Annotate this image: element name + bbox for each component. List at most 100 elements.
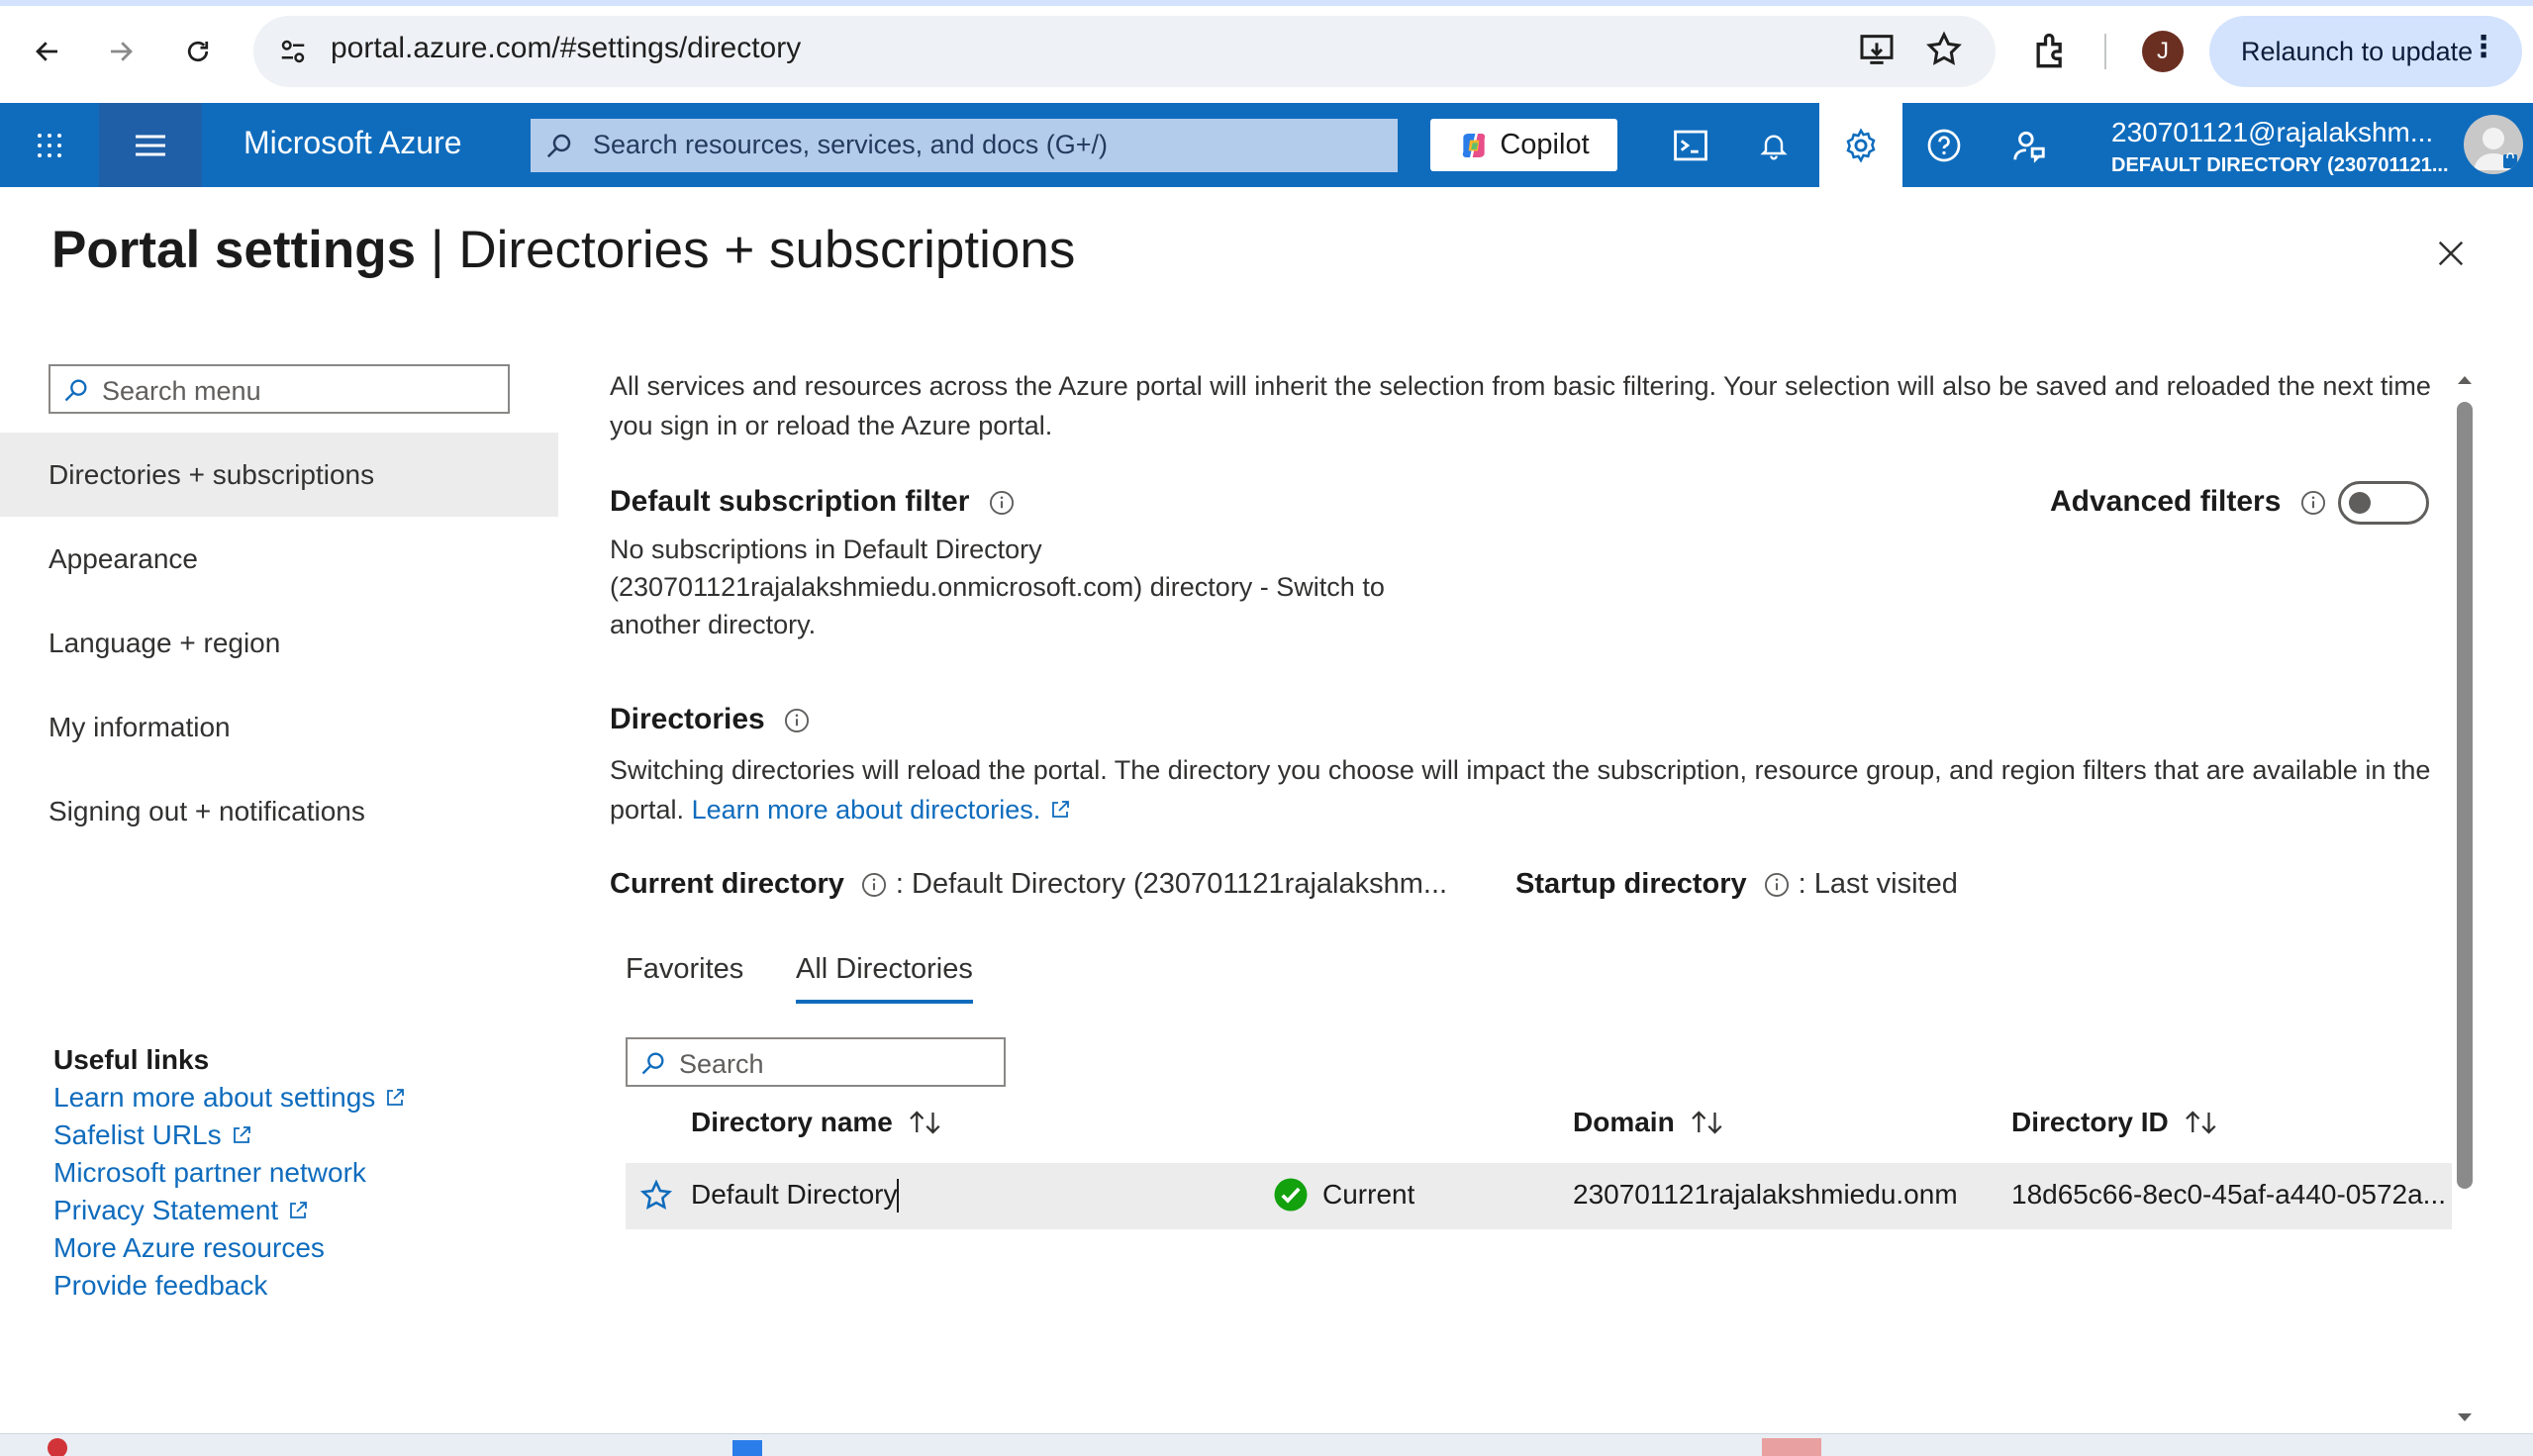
copilot-button[interactable]: Copilot [1430, 119, 1617, 171]
info-icon[interactable] [1763, 871, 1791, 899]
sort-arrows-icon[interactable] [2183, 1108, 2220, 1137]
advanced-filters-toggle[interactable] [2338, 481, 2429, 525]
extensions-icon[interactable] [2029, 30, 2073, 73]
link-provide-feedback[interactable]: Provide feedback [53, 1270, 267, 1302]
notification-badge [48, 1438, 67, 1456]
notifications-bell-icon[interactable] [1732, 103, 1815, 187]
column-header-directory-id[interactable]: Directory ID [2011, 1107, 2220, 1138]
startup-directory-label: Startup directory [1515, 868, 1747, 900]
tab-all-directories[interactable]: All Directories [796, 953, 973, 1004]
menu-item-signing-out-notifications[interactable]: Signing out + notifications [0, 769, 558, 853]
kebab-menu-icon[interactable]: ⋮ [2469, 30, 2498, 64]
menu-item-my-information[interactable]: My information [0, 685, 558, 769]
info-icon[interactable] [783, 707, 811, 734]
status-cell: Current [1322, 1179, 1415, 1210]
link-more-azure-resources[interactable]: More Azure resources [53, 1232, 325, 1264]
account-name[interactable]: 230701121@rajalakshm... [2111, 117, 2433, 148]
back-arrow-icon[interactable] [24, 28, 71, 75]
directories-text: Switching directories will reload the po… [610, 750, 2441, 829]
hamburger-menu-icon[interactable] [99, 103, 202, 187]
cloud-shell-icon[interactable] [1649, 103, 1732, 187]
link-label: More Azure resources [53, 1232, 325, 1263]
global-search-placeholder: Search resources, services, and docs (G+… [593, 130, 1108, 159]
domain-cell: 230701121rajalakshmiedu.onmic... [1573, 1179, 1959, 1210]
close-icon[interactable] [2423, 226, 2479, 281]
current-directory-label: Current directory [610, 868, 844, 900]
menu-item-language-region[interactable]: Language + region [0, 601, 558, 685]
info-icon[interactable] [860, 871, 888, 899]
link-privacy-statement[interactable]: Privacy Statement [53, 1195, 310, 1226]
section-title-text: Directories [610, 703, 765, 735]
account-directory[interactable]: DEFAULT DIRECTORY (230701121... [2111, 154, 2449, 177]
menu-item-label: Signing out + notifications [49, 795, 365, 826]
help-icon[interactable] [1902, 103, 1986, 187]
taskbar-app-icon[interactable] [1762, 1438, 1821, 1456]
forward-arrow-icon[interactable] [97, 28, 145, 75]
search-icon [639, 1049, 667, 1077]
browser-toolbar: portal.azure.com/#settings/directory J R… [0, 0, 2533, 103]
current-directory-value: : Default Directory (230701121rajalakshm… [895, 868, 1448, 900]
learn-more-directories-link[interactable]: Learn more about directories. [692, 795, 1072, 825]
bookmark-star-icon[interactable] [1924, 30, 1964, 69]
link-label: Microsoft partner network [53, 1157, 366, 1188]
link-microsoft-partner-network[interactable]: Microsoft partner network [53, 1157, 366, 1189]
start-icon[interactable] [732, 1440, 762, 1456]
directory-name-cell[interactable]: Default Directory [691, 1179, 898, 1211]
relaunch-button[interactable]: Relaunch to update ⋮ [2209, 16, 2522, 87]
account-avatar[interactable] [2464, 115, 2523, 174]
favorite-star-icon[interactable] [639, 1179, 673, 1213]
url-text[interactable]: portal.azure.com/#settings/directory [331, 32, 801, 65]
scrollbar-thumb[interactable] [2457, 402, 2473, 1189]
page-title: Portal settings | Directories + subscrip… [51, 220, 1075, 280]
link-label: Learn more about directories. [691, 795, 1041, 825]
menu-item-label: Appearance [49, 542, 199, 574]
link-label: Learn more about settings [53, 1082, 376, 1113]
profile-avatar[interactable]: J [2142, 31, 2184, 72]
reload-icon[interactable] [174, 28, 222, 75]
azure-brand[interactable]: Microsoft Azure [244, 125, 462, 161]
install-app-icon[interactable] [1857, 30, 1897, 69]
external-link-icon [383, 1086, 407, 1110]
link-label: Privacy Statement [53, 1195, 279, 1225]
info-icon[interactable] [988, 489, 1016, 517]
vertical-scrollbar[interactable] [2453, 370, 2477, 1429]
app-launcher-icon[interactable] [0, 103, 99, 187]
global-search-input[interactable]: Search resources, services, and docs (G+… [531, 119, 1398, 172]
site-info-icon[interactable] [269, 28, 317, 75]
menu-item-appearance[interactable]: Appearance [0, 517, 558, 601]
intro-text: All services and resources across the Az… [610, 371, 2431, 440]
column-header-domain[interactable]: Domain [1573, 1107, 1726, 1138]
relaunch-label: Relaunch to update [2241, 36, 2474, 66]
os-taskbar [0, 1433, 2533, 1456]
settings-gear-icon[interactable] [1819, 103, 1902, 187]
scroll-down-arrow-icon[interactable] [2455, 1407, 2475, 1427]
address-bar[interactable]: portal.azure.com/#settings/directory [253, 16, 1996, 87]
menu-search-input[interactable]: Search menu [49, 364, 510, 414]
directory-search-input[interactable]: Search [626, 1037, 1006, 1087]
default-subscription-filter-heading: Default subscription filter [610, 485, 1016, 519]
tab-strip-edge [0, 0, 2533, 6]
sort-arrows-icon[interactable] [1689, 1108, 1726, 1137]
sort-arrows-icon[interactable] [907, 1108, 944, 1137]
tab-favorites[interactable]: Favorites [626, 953, 743, 986]
copilot-label: Copilot [1500, 129, 1590, 160]
toolbar-divider [2104, 34, 2106, 69]
table-row[interactable]: Default Directory Current 230701121rajal… [626, 1163, 2452, 1229]
column-header-directory-name[interactable]: Directory name [691, 1107, 944, 1138]
menu-item-directories-subscriptions[interactable]: Directories + subscriptions [0, 433, 558, 517]
directories-heading: Directories [610, 703, 811, 736]
link-learn-more-settings[interactable]: Learn more about settings [53, 1082, 407, 1114]
section-title-text: Default subscription filter [610, 485, 970, 518]
link-safelist-urls[interactable]: Safelist URLs [53, 1119, 253, 1151]
startup-directory: Startup directory : Last visited [1515, 868, 1958, 901]
advanced-filters-label: Advanced filters [2050, 485, 2327, 519]
feedback-icon[interactable] [1988, 103, 2071, 187]
column-header-label: Directory name [691, 1107, 893, 1137]
external-link-icon [286, 1199, 310, 1222]
info-icon[interactable] [2299, 489, 2327, 517]
advanced-filters-text: Advanced filters [2050, 485, 2282, 518]
menu-search-placeholder: Search menu [102, 376, 261, 406]
link-label: Provide feedback [53, 1270, 268, 1301]
scroll-up-arrow-icon[interactable] [2455, 370, 2475, 390]
text-cursor [897, 1179, 899, 1213]
